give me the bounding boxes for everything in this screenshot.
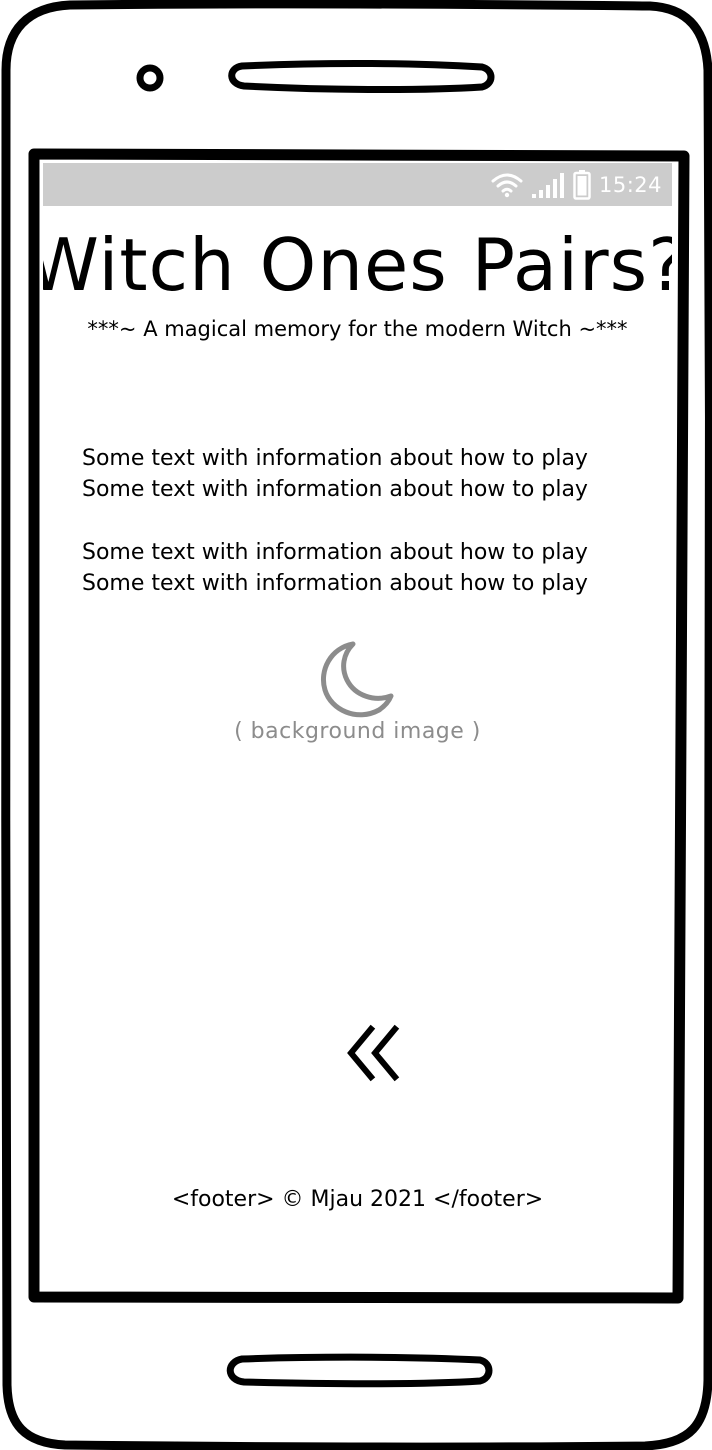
info-paragraph: Some text with information about how to … — [82, 443, 642, 505]
info-line: Some text with information about how to … — [82, 540, 588, 565]
background-image-caption: ( background image ) — [234, 719, 481, 744]
battery-icon — [573, 169, 591, 200]
info-paragraph: Some text with information about how to … — [82, 537, 642, 599]
double-chevron-left-icon[interactable] — [343, 1023, 407, 1083]
status-time: 15:24 — [598, 172, 662, 197]
wifi-icon — [491, 173, 523, 197]
status-bar: 15:24 — [43, 163, 672, 206]
wireframe-stage: 15:24 Witch Ones Pairs? ***~ A magical m… — [0, 0, 712, 1450]
info-line: Some text with information about how to … — [82, 477, 588, 502]
page-title: Witch Ones Pairs? — [43, 223, 672, 307]
phone-screen: 15:24 Witch Ones Pairs? ***~ A magical m… — [43, 163, 672, 1287]
page-subtitle: ***~ A magical memory for the modern Wit… — [87, 317, 628, 341]
moon-icon — [321, 641, 394, 718]
signal-icon — [531, 172, 564, 198]
info-line: Some text with information about how to … — [82, 571, 588, 596]
page-footer: <footer> © Mjau 2021 </footer> — [171, 1187, 544, 1212]
info-line: Some text with information about how to … — [82, 446, 588, 471]
